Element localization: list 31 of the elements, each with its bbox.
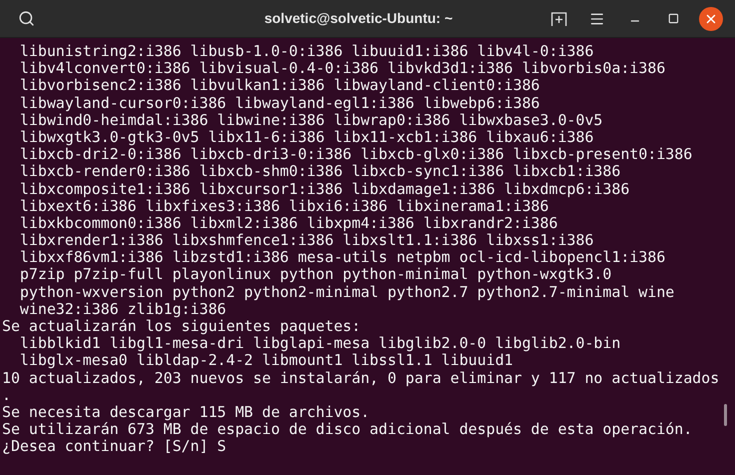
terminal-line: libv4lconvert0:i386 libvisual-0.4-0:i386 libvkd3d1:i386 libvorbis0a:i386 <box>18 60 666 78</box>
window-title: solvetic@solvetic-Ubuntu: ~ <box>264 9 453 28</box>
terminal-line: libxext6:i386 libxfixes3:i386 libxi6:i386 libxinerama1:i386 <box>18 198 549 215</box>
terminal-line: libunistring2:i386 libusb-1.0-0:i386 libuuid1:i386 libv4l-0:i386 <box>18 43 594 60</box>
terminal-line: libwxgtk3.0-gtk3-0v5 libx11-6:i386 libx11-xcb1:i386 libxau6:i386 <box>18 128 594 146</box>
terminal-line: libxcb-render0:i386 libxcb-shm0:i386 libxcb-sync1:i386 libxcb1:i386 <box>18 163 621 181</box>
new-tab-icon <box>551 10 567 26</box>
terminal-line: libglx-mesa0 libldap-2.4-2 libmount1 libssl1.1 libuuid1 <box>18 352 514 370</box>
menu-icon <box>589 10 605 26</box>
terminal-line: Se actualizarán los siguientes paquetes: <box>2 318 361 336</box>
terminal-line: . <box>2 386 11 404</box>
terminal-line: libxxf86vm1:i386 libzstd1:i386 mesa-utils netpbm ocl-icd-libopencl1:i386 <box>18 249 666 266</box>
terminal-line: python-wxversion python2 python2-minimal python2.7 python2.7-minimal wine <box>18 284 674 301</box>
terminal-line: libxcb-dri2-0:i386 libxcb-dri3-0:i386 libxcb-glx0:i386 libxcb-present0:i386 <box>18 146 692 164</box>
terminal-line: libwayland-cursor0:i386 libwayland-egl1:i386 libwebp6:i386 <box>18 94 540 112</box>
terminal-line: Se utilizarán 673 MB de espacio de disco adicional después de esta operación. <box>2 421 692 438</box>
terminal-line: libblkid1 libgl1-mesa-dri libglapi-mesa libglib2.0-0 libglib2.0-bin <box>18 335 621 352</box>
terminal-line: ¿Desea continuar? [S/n] S <box>2 438 226 456</box>
terminal-line: Se necesita descargar 115 MB de archivos. <box>2 404 370 422</box>
terminal-line: 10 actualizados, 203 nuevos se instalarán, 0 para eliminar y 117 no actualizados <box>2 370 720 387</box>
close-button[interactable] <box>699 6 723 30</box>
scrollbar[interactable] <box>724 404 727 426</box>
terminal-line: libxkbcommon0:i386 libxml2:i386 libxpm4:i386 libxrandr2:i386 <box>18 214 558 232</box>
maximize-icon <box>668 13 678 24</box>
search-icon <box>18 10 34 27</box>
terminal-line: p7zip p7zip-full playonlinux python python-minimal python-wxgtk3.0 <box>18 266 612 284</box>
terminal-line: libxrender1:i386 libxshmfence1:i386 libxslt1.1:i386 libxss1:i386 <box>18 232 594 250</box>
terminal-line: wine32:i386 zlib1g:i386 <box>18 300 226 318</box>
terminal-line: libwind0-heimdal:i386 libwine:i386 libwrap0:i386 libwxbase3.0-0v5 <box>18 112 603 129</box>
terminal-line: libxcomposite1:i386 libxcursor1:i386 libxdamage1:i386 libxdmcp6:i386 <box>18 180 630 198</box>
terminal-line: libvorbisenc2:i386 libvulkan1:i386 libwayland-client0:i386 <box>18 77 540 95</box>
